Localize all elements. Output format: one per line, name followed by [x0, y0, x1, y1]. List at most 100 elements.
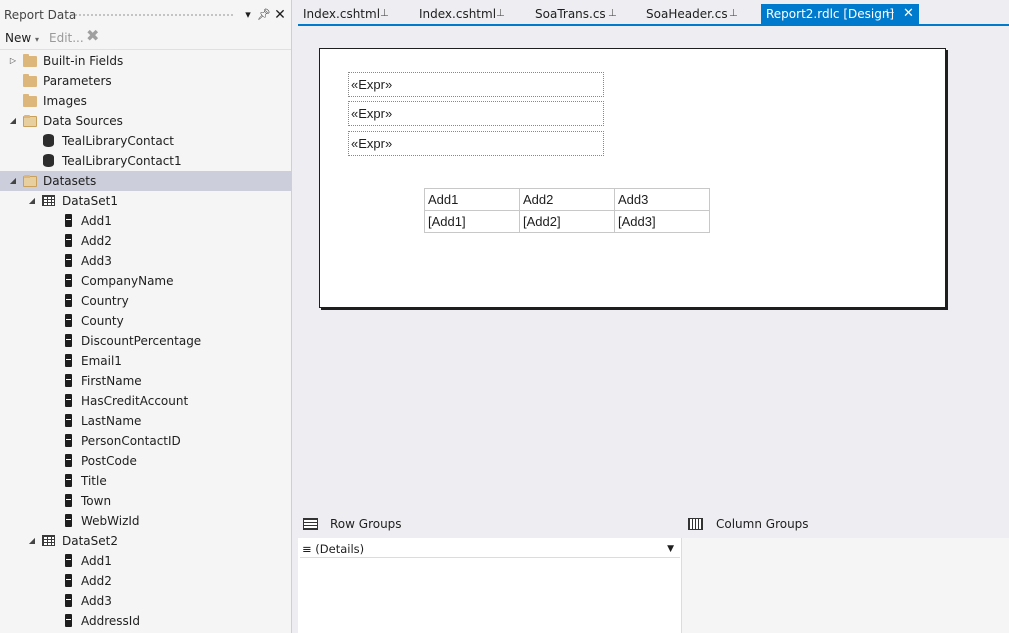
panel-toolbar: New ▾ Edit... ✖	[0, 26, 291, 50]
collapse-arrow-icon[interactable]: ◢	[8, 171, 18, 191]
expression-textbox[interactable]: «Expr»	[348, 72, 604, 97]
field-icon	[62, 274, 76, 288]
collapse-arrow-icon[interactable]: ◢	[8, 111, 18, 131]
field-label: Add3	[81, 594, 112, 608]
tree-item-builtin-fields[interactable]: ▷ Built-in Fields	[0, 51, 291, 71]
pin-icon[interactable]: ⊢	[886, 4, 895, 24]
tree-item-field[interactable]: County	[0, 311, 291, 331]
tablix-detail-cell[interactable]: [Add2]	[519, 210, 615, 233]
column-groups-icon	[688, 518, 703, 530]
new-button[interactable]: New ▾	[5, 30, 39, 48]
tree-item-field[interactable]: FirstName	[0, 371, 291, 391]
tree-item-label: DataSet2	[62, 534, 118, 548]
panel-title-bar: Report Data ▾ 📌︎ ✕	[0, 4, 291, 26]
column-groups-label: Column Groups	[716, 517, 809, 531]
tree-item-field[interactable]: PostCode	[0, 451, 291, 471]
grouping-pane: Row Groups Column Groups ≡ (Details) ▼	[298, 510, 1009, 633]
tree-item-datasource[interactable]: TealLibraryContact	[0, 131, 291, 151]
report-body[interactable]: «Expr» «Expr» «Expr» Add1 Add2 Add3 [Add…	[319, 48, 946, 308]
field-label: Add2	[81, 234, 112, 248]
tree-item-label: Images	[43, 94, 87, 108]
tree-item-parameters[interactable]: Parameters	[0, 71, 291, 91]
report-design-surface: «Expr» «Expr» «Expr» Add1 Add2 Add3 [Add…	[298, 26, 1009, 510]
document-tab-strip: Index.cshtml ⊥ Index.cshtml ⊥ SoaTrans.c…	[298, 0, 1009, 26]
field-label: Town	[81, 494, 112, 508]
field-icon	[62, 334, 76, 348]
tree-item-field[interactable]: HasCreditAccount	[0, 391, 291, 411]
tree-item-dataset2[interactable]: ◢ DataSet2	[0, 531, 291, 551]
tablix-header-cell[interactable]: Add1	[424, 188, 520, 211]
tree-item-field[interactable]: Title	[0, 471, 291, 491]
tree-item-label: TealLibraryContact1	[62, 154, 182, 168]
tree-item-field[interactable]: Add1	[0, 551, 291, 571]
collapse-arrow-icon[interactable]: ◢	[27, 531, 37, 551]
details-group-item[interactable]: ≡ (Details) ▼	[300, 540, 680, 558]
tablix-header-cell[interactable]: Add2	[519, 188, 615, 211]
pin-icon[interactable]: ⊥	[380, 4, 389, 24]
expand-arrow-icon[interactable]: ▷	[8, 51, 18, 71]
tree-item-field[interactable]: WebWizId	[0, 511, 291, 531]
field-label: Add1	[81, 214, 112, 228]
tree-item-field[interactable]: Email1	[0, 351, 291, 371]
edit-button[interactable]: Edit...	[49, 30, 84, 46]
field-label: PersonContactID	[81, 434, 181, 448]
column-groups-header: Column Groups	[682, 510, 1009, 538]
tree-item-field[interactable]: Add2	[0, 231, 291, 251]
open-folder-icon	[23, 114, 37, 128]
pin-icon[interactable]: ⊥	[608, 4, 617, 24]
expression-textbox[interactable]: «Expr»	[348, 101, 604, 126]
expression-textbox[interactable]: «Expr»	[348, 131, 604, 156]
tablix-header-cell[interactable]: Add3	[614, 188, 710, 211]
report-data-panel: Report Data ▾ 📌︎ ✕ New ▾ Edit... ✖ ▷ Bui…	[0, 0, 291, 633]
tablix-header-row: Add1 Add2 Add3	[424, 188, 710, 211]
close-tab-icon[interactable]: ✕	[903, 4, 914, 24]
folder-icon	[23, 54, 37, 68]
tree-item-datasource[interactable]: TealLibraryContact1	[0, 151, 291, 171]
field-label: FirstName	[81, 374, 142, 388]
tree-item-datasets[interactable]: ◢ Datasets	[0, 171, 291, 191]
tab-index-cshtml-2[interactable]: Index.cshtml ⊥	[414, 4, 526, 24]
tree-item-images[interactable]: Images	[0, 91, 291, 111]
tree-item-field[interactable]: Add1	[0, 211, 291, 231]
tablix-detail-cell[interactable]: [Add1]	[424, 210, 520, 233]
delete-icon[interactable]: ✖	[86, 28, 99, 44]
tree-item-label: DataSet1	[62, 194, 118, 208]
field-label: WebWizId	[81, 514, 140, 528]
tablix-detail-cell[interactable]: [Add3]	[614, 210, 710, 233]
tab-soatrans-cs[interactable]: SoaTrans.cs ⊥	[530, 4, 638, 24]
panel-grip[interactable]	[74, 13, 234, 18]
tree-item-field[interactable]: Add2	[0, 571, 291, 591]
pin-icon[interactable]: ⊥	[729, 4, 738, 24]
field-icon	[62, 414, 76, 428]
collapse-arrow-icon[interactable]: ◢	[27, 191, 37, 211]
field-icon	[62, 474, 76, 488]
panel-dropdown-icon[interactable]: ▾	[241, 4, 255, 26]
panel-splitter[interactable]	[291, 0, 298, 633]
tree-item-field[interactable]: Add3	[0, 591, 291, 611]
field-icon	[62, 494, 76, 508]
tree-item-field[interactable]: AddressId	[0, 611, 291, 631]
tree-item-field[interactable]: CompanyName	[0, 271, 291, 291]
tree-item-field[interactable]: PersonContactID	[0, 431, 291, 451]
tab-index-cshtml-1[interactable]: Index.cshtml ⊥	[298, 4, 410, 24]
field-label: Country	[81, 294, 129, 308]
pin-icon[interactable]: ⊥	[496, 4, 505, 24]
report-tablix[interactable]: Add1 Add2 Add3 [Add1] [Add2] [Add3]	[424, 188, 710, 233]
column-groups-list	[683, 538, 1009, 633]
chevron-down-icon[interactable]: ▼	[667, 540, 674, 558]
tree-item-label: Data Sources	[43, 114, 123, 128]
tree-item-dataset1[interactable]: ◢ DataSet1	[0, 191, 291, 211]
field-label: CompanyName	[81, 274, 174, 288]
tree-item-field[interactable]: LastName	[0, 411, 291, 431]
tree-item-field[interactable]: Town	[0, 491, 291, 511]
tree-item-field[interactable]: Country	[0, 291, 291, 311]
pin-icon[interactable]: 📌︎	[257, 4, 271, 26]
panel-close-icon[interactable]: ✕	[273, 4, 287, 26]
new-dropdown-icon[interactable]: ▾	[35, 35, 39, 44]
tab-report2-design[interactable]: Report2.rdlc [Design] ⊢ ✕	[761, 4, 919, 24]
field-icon	[62, 354, 76, 368]
tree-item-field[interactable]: Add3	[0, 251, 291, 271]
tab-soaheader-cs[interactable]: SoaHeader.cs ⊥	[641, 4, 761, 24]
tree-item-field[interactable]: DiscountPercentage	[0, 331, 291, 351]
tree-item-data-sources[interactable]: ◢ Data Sources	[0, 111, 291, 131]
